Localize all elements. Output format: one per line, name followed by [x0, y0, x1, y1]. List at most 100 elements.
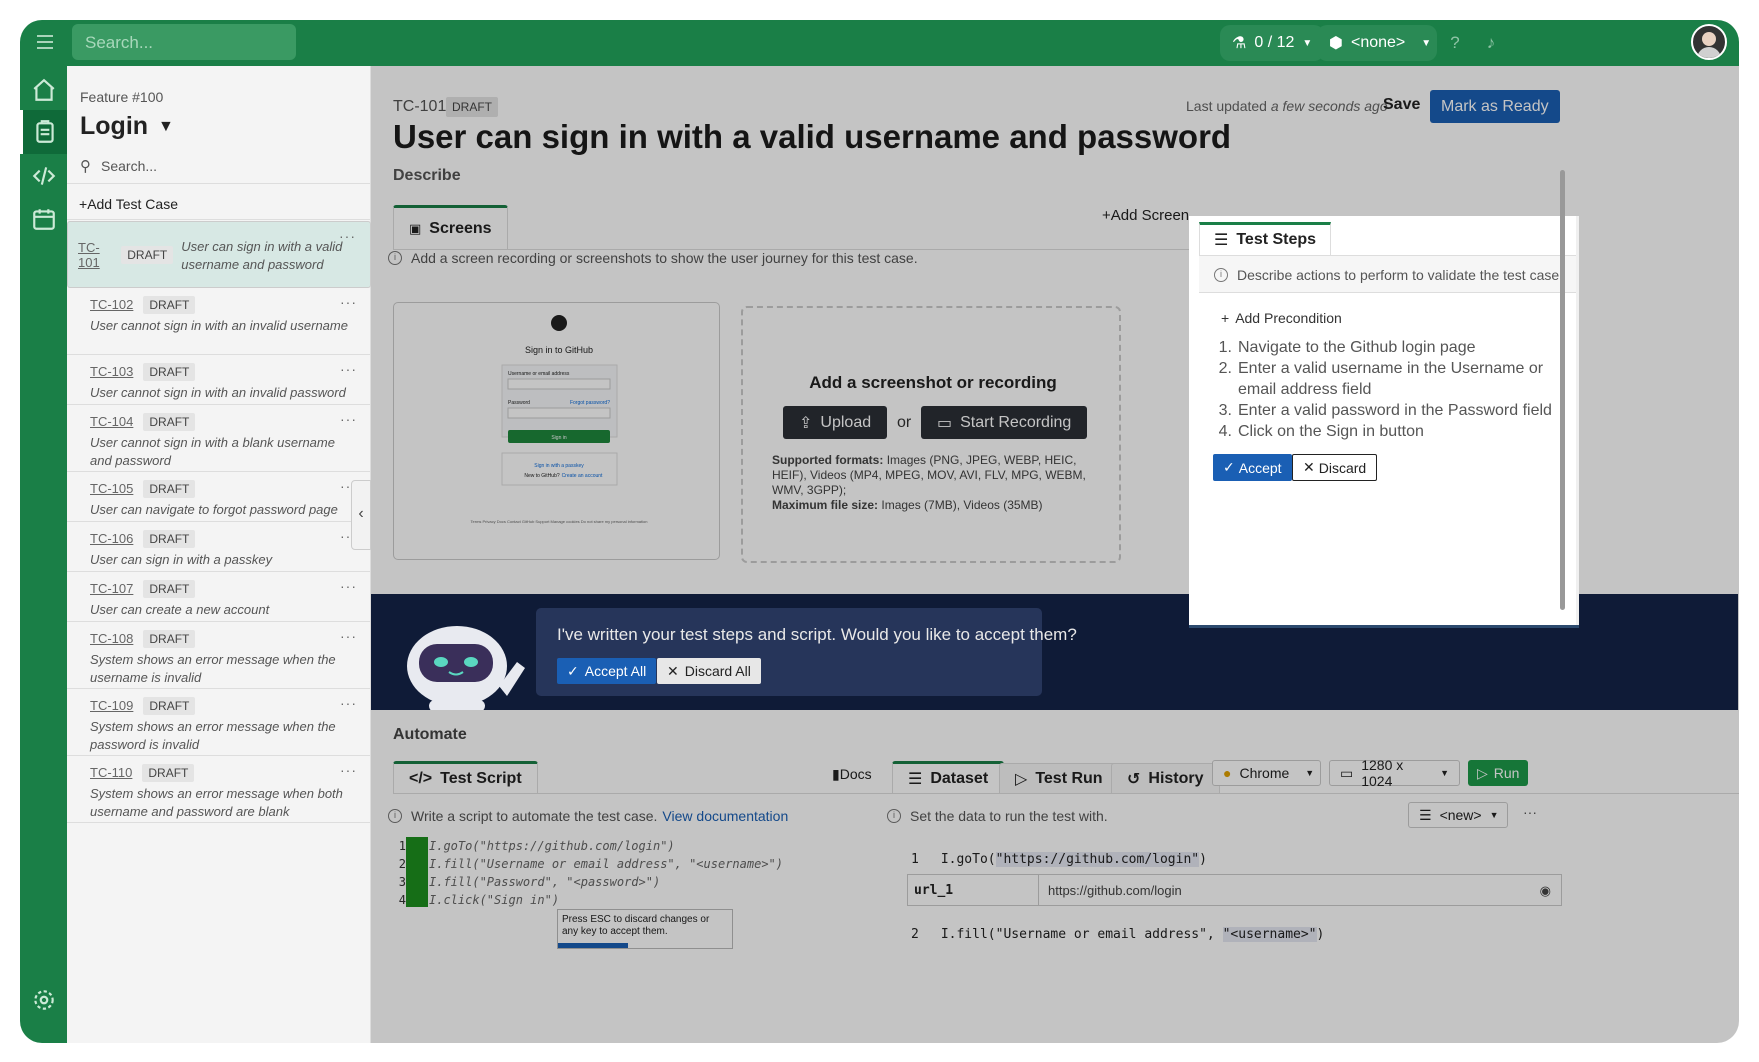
more-options-icon[interactable]: ··· [339, 228, 356, 244]
test-case-title: System shows an error message when the u… [90, 652, 336, 685]
more-options-icon[interactable]: ··· [340, 628, 357, 644]
feature-panel: Feature #100 Login ▼ ⚲ Search... +Add Tes… [67, 66, 371, 1043]
more-options-icon[interactable]: ··· [340, 294, 357, 310]
test-case-id-link[interactable]: TC-108 [90, 631, 133, 646]
tab-test-steps[interactable]: ☰ Test Steps [1199, 222, 1332, 255]
search-icon: ⚲ [80, 158, 91, 175]
plus-icon: + [79, 196, 88, 212]
status-badge: DRAFT [143, 697, 196, 715]
feature-title[interactable]: Login ▼ [80, 112, 174, 141]
calendar-icon[interactable] [20, 197, 67, 241]
test-case-id-link[interactable]: TC-109 [90, 698, 133, 713]
test-case-item[interactable]: TC-103 DRAFT ··· User cannot sign in with a… [67, 355, 371, 405]
info-icon: i [1214, 268, 1228, 282]
feature-label: Feature #100 [80, 89, 164, 105]
runs-counter[interactable]: ⚗ 0 / 12 ▼ [1220, 25, 1325, 61]
collapse-panel-button[interactable]: ‹ [351, 480, 371, 550]
runs-count: 0 / 12 [1254, 34, 1295, 51]
test-case-item[interactable]: TC-109 DRAFT ··· System shows an error mess… [67, 689, 371, 756]
robot-illustration [407, 626, 525, 710]
discard-all-label: Discard All [684, 663, 751, 679]
test-case-item[interactable]: TC-107 DRAFT ··· User can create a new acco… [67, 572, 371, 622]
test-case-title: User can sign in with a valid username a… [181, 239, 343, 272]
test-case-item[interactable]: TC-104 DRAFT ··· User cannot sign in with a… [67, 405, 371, 472]
test-case-item[interactable]: TC-106 DRAFT ··· User can sign in with a pa… [67, 522, 371, 572]
test-case-id-link[interactable]: TC-107 [90, 581, 133, 596]
test-case-id-link[interactable]: TC-104 [90, 414, 133, 429]
more-options-icon[interactable]: ··· [340, 762, 357, 778]
list-icon: ☰ [1214, 232, 1229, 249]
step-text: Click on the Sign in button [1238, 423, 1424, 440]
test-case-title: User can create a new account [90, 602, 270, 617]
chevron-down-icon: ▼ [1421, 37, 1432, 49]
more-options-icon[interactable]: ··· [340, 695, 357, 711]
add-precondition-button[interactable]: + Add Precondition [1221, 310, 1342, 326]
status-badge: DRAFT [143, 530, 196, 548]
add-test-case-button[interactable]: +Add Test Case [67, 183, 371, 220]
feature-title-text: Login [80, 112, 149, 140]
check-icon: ✓ [567, 662, 579, 679]
accept-steps-button[interactable]: ✓ Accept [1213, 454, 1292, 481]
chevron-down-icon: ▼ [158, 118, 174, 136]
step-item[interactable]: 4. Click on the Sign in button [1214, 421, 1559, 442]
step-text: Enter a valid password in the Password f… [1238, 402, 1552, 419]
add-precondition-label: Add Precondition [1235, 310, 1342, 326]
step-text: Enter a valid username in the Username o… [1238, 360, 1544, 398]
test-case-title: User cannot sign in with an invalid pass… [90, 385, 346, 400]
step-item[interactable]: 3. Enter a valid password in the Password… [1214, 400, 1559, 421]
test-case-item[interactable]: TC-105 DRAFT ··· User can navigate to forgo… [67, 472, 371, 522]
discard-label: Discard [1318, 459, 1367, 476]
discard-steps-button[interactable]: ✕ Discard [1292, 454, 1378, 481]
step-item[interactable]: 2. Enter a valid username in the Username… [1214, 358, 1559, 400]
more-options-icon[interactable]: ··· [340, 361, 357, 377]
global-search-input[interactable]: Search... [72, 24, 296, 60]
status-badge: DRAFT [143, 580, 196, 598]
test-case-id-link[interactable]: TC-110 [90, 765, 132, 780]
home-icon[interactable] [20, 68, 67, 112]
test-steps-panel: ☰ Test Steps i Describe actions to perfo… [1189, 216, 1579, 628]
test-case-id-link[interactable]: TC-101 [78, 240, 103, 270]
test-case-item[interactable]: TC-102 DRAFT ··· User cannot sign in with a… [67, 288, 371, 355]
bell-icon[interactable]: ♪ [1481, 33, 1501, 53]
panel-footer-bar [1189, 625, 1579, 628]
search-placeholder: Search... [101, 158, 158, 174]
test-case-search-input[interactable]: ⚲ Search... [80, 151, 360, 181]
test-case-item[interactable]: TC-101 DRAFT ··· User can sign in with a va… [67, 221, 371, 288]
test-case-id-link[interactable]: TC-102 [90, 297, 133, 312]
tab-test-steps-label: Test Steps [1236, 231, 1317, 248]
help-icon[interactable]: ? [1445, 33, 1465, 53]
status-badge: DRAFT [143, 363, 196, 381]
test-case-title: System shows an error message when the p… [90, 719, 336, 752]
accept-all-button[interactable]: ✓ Accept All [557, 658, 657, 684]
test-case-item[interactable]: TC-110 DRAFT ··· System shows an error mess… [67, 756, 371, 823]
banner-text: I've written your test steps and script.… [557, 625, 1077, 644]
test-case-id-link[interactable]: TC-106 [90, 531, 133, 546]
clipboard-icon[interactable] [20, 110, 67, 154]
test-case-title: System shows an error message when both … [90, 786, 343, 819]
app-window: Search... ⚗ 0 / 12 ▼ ⬢ <none> ▼ ? ♪ Feat… [20, 20, 1739, 1043]
close-icon: ✕ [1303, 459, 1315, 475]
environment-select[interactable]: ⬢ <none> ▼ [1317, 25, 1437, 61]
discard-all-button[interactable]: ✕ Discard All [657, 658, 761, 684]
more-options-icon[interactable]: ··· [340, 411, 357, 427]
test-case-id-link[interactable]: TC-105 [90, 481, 133, 496]
step-item[interactable]: 1. Navigate to the Github login page [1214, 337, 1559, 358]
top-bar: Search... ⚗ 0 / 12 ▼ ⬢ <none> ▼ ? ♪ [20, 20, 1739, 66]
close-icon: ✕ [667, 662, 679, 679]
accept-all-label: Accept All [584, 663, 647, 679]
step-text: Navigate to the Github login page [1238, 339, 1476, 356]
vertical-scrollbar[interactable] [1560, 170, 1565, 610]
settings-gear-icon[interactable] [20, 978, 67, 1022]
plus-icon: + [1221, 310, 1230, 326]
test-case-item[interactable]: TC-108 DRAFT ··· System shows an error mess… [67, 622, 371, 689]
step-list[interactable]: 1. Navigate to the Github login page 2. En… [1214, 337, 1559, 442]
test-case-title: User cannot sign in with a blank usernam… [90, 435, 335, 468]
avatar[interactable] [1691, 24, 1727, 60]
test-case-id-link[interactable]: TC-103 [90, 364, 133, 379]
ai-suggestion-box: I've written your test steps and script.… [536, 608, 1077, 696]
chevron-down-icon: ▼ [1302, 37, 1313, 49]
menu-icon[interactable] [37, 35, 53, 49]
code-icon[interactable] [20, 154, 67, 198]
more-options-icon[interactable]: ··· [340, 578, 357, 594]
steps-info-bar: i Describe actions to perform to validat… [1199, 256, 1576, 293]
